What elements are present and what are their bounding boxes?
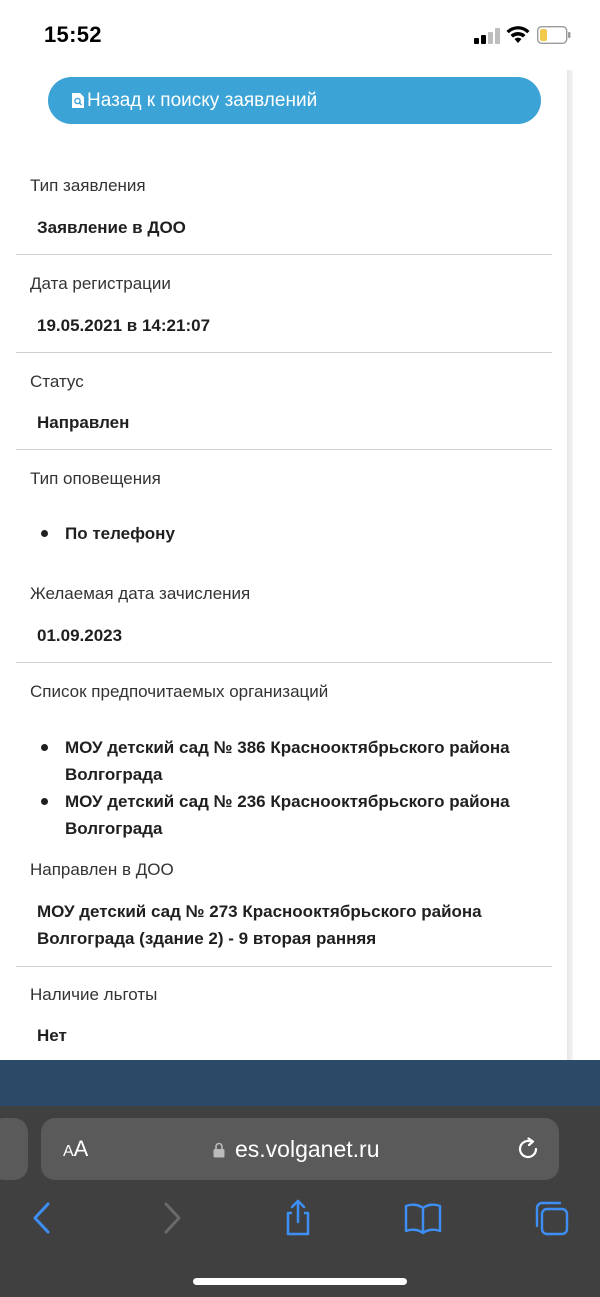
status-time: 15:52 — [44, 22, 102, 47]
org-item-1-line-2: Волгограда — [65, 765, 163, 784]
field-directed-label: Направлен в ДОО — [30, 860, 174, 879]
field-orgs-label: Список предпочитаемых организаций — [30, 682, 329, 701]
reload-icon[interactable] — [514, 1135, 542, 1163]
cellular-signal-icon — [474, 28, 500, 44]
back-button-label: Назад к поиску заявлений — [87, 90, 318, 111]
field-notify-label: Тип оповещения — [30, 469, 161, 488]
share-icon[interactable] — [278, 1198, 318, 1238]
field-enroll-date-label: Желаемая дата зачисления — [30, 584, 251, 603]
status-bar: 15:52 — [0, 0, 600, 70]
wifi-icon — [506, 26, 530, 43]
lock-icon — [213, 1142, 225, 1158]
divider — [16, 449, 552, 450]
forward-chevron-icon[interactable] — [152, 1198, 192, 1238]
home-indicator[interactable] — [193, 1278, 407, 1285]
text-size-button[interactable]: AA — [63, 1136, 88, 1162]
back-to-search-button[interactable]: Назад к поиску заявлений — [48, 77, 541, 124]
field-org-item-1: МОУ детский сад № 386 Краснооктябрьского… — [65, 734, 565, 788]
bullet — [41, 530, 48, 537]
divider — [16, 254, 552, 255]
divider — [16, 966, 552, 967]
field-org-item-2: МОУ детский сад № 236 Краснооктябрьского… — [65, 788, 565, 842]
application-details: Назад к поиску заявлений Тип заявления З… — [0, 70, 568, 1060]
field-directed-value: МОУ детский сад № 273 Краснооктябрьского… — [37, 898, 482, 952]
field-notify-item: По телефону — [65, 524, 175, 543]
previous-tab-preview[interactable] — [0, 1118, 28, 1180]
field-status-label: Статус — [30, 372, 84, 391]
directed-line-2: Волгограда (здание 2) - 9 вторая ранняя — [37, 929, 377, 948]
directed-line-1: МОУ детский сад № 273 Краснооктябрьского… — [37, 902, 482, 921]
field-type-value: Заявление в ДОО — [37, 218, 186, 237]
browser-toolbar: AA es.volganet.ru — [0, 1106, 600, 1297]
org-item-2-line-1: МОУ детский сад № 236 Краснооктябрьского… — [65, 792, 510, 811]
org-item-2-line-2: Волгограда — [65, 819, 163, 838]
url-display[interactable]: es.volganet.ru — [213, 1136, 379, 1163]
bullet — [41, 744, 48, 751]
field-reg-date-value: 19.05.2021 в 14:21:07 — [37, 316, 211, 335]
field-benefit-label: Наличие льготы — [30, 985, 158, 1004]
field-status-value: Направлен — [37, 413, 130, 432]
tabs-icon[interactable] — [531, 1198, 571, 1238]
divider — [16, 662, 552, 663]
url-text: es.volganet.ru — [235, 1136, 380, 1162]
field-reg-date-label: Дата регистрации — [30, 274, 171, 293]
battery-icon — [537, 26, 571, 44]
search-document-icon — [72, 93, 84, 108]
bookmarks-icon[interactable] — [403, 1198, 443, 1238]
back-chevron-icon[interactable] — [22, 1198, 62, 1238]
field-benefit-value: Нет — [37, 1026, 67, 1045]
field-type-label: Тип заявления — [30, 176, 146, 195]
field-enroll-date-value: 01.09.2023 — [37, 626, 123, 645]
bullet — [41, 798, 48, 805]
site-footer — [0, 1060, 600, 1106]
divider — [16, 352, 552, 353]
org-item-1-line-1: МОУ детский сад № 386 Краснооктябрьского… — [65, 738, 510, 757]
address-bar[interactable]: AA es.volganet.ru — [41, 1118, 559, 1180]
scrollbar-track[interactable] — [567, 70, 573, 1060]
